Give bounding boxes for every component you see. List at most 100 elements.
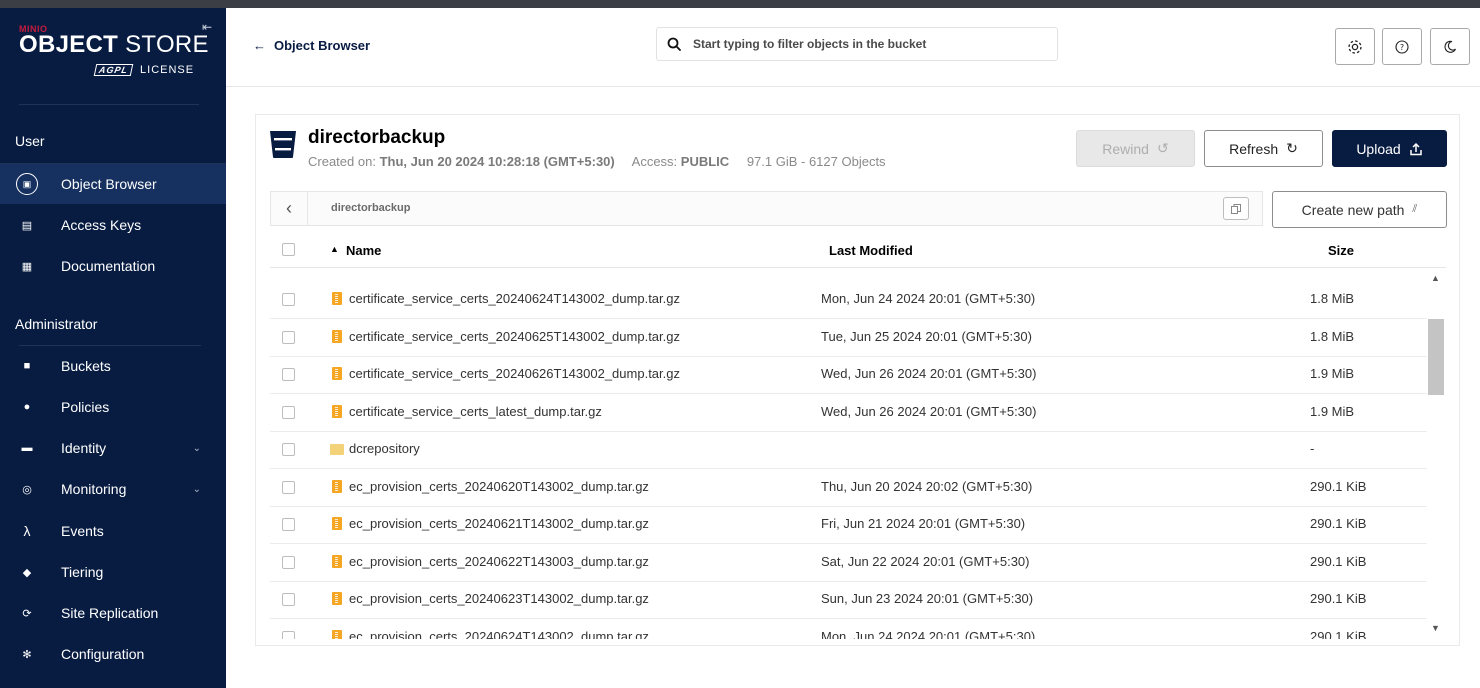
sidebar: MINIO OBJECT STORE AGPL LICENSE ⇤ User ▣ … (0, 8, 226, 688)
divider (19, 104, 199, 105)
upload-icon (1409, 142, 1422, 155)
scroll-up-arrow-icon[interactable]: ▲ (1431, 273, 1440, 283)
column-last-modified-header[interactable]: Last Modified (829, 243, 913, 258)
file-archive-icon (332, 367, 342, 380)
object-name[interactable]: certificate_service_certs_20240626T14300… (349, 366, 680, 381)
sidebar-item-policies[interactable]: ● Policies (0, 387, 226, 427)
sidebar-item-label: Documentation (61, 258, 156, 274)
object-name[interactable]: ec_provision_certs_20240624T143002_dump.… (349, 629, 649, 640)
sidebar-item-object-browser[interactable]: ▣ Object Browser (0, 164, 226, 204)
sidebar-item-documentation[interactable]: ▦ Documentation (0, 246, 226, 286)
object-name[interactable]: certificate_service_certs_20240625T14300… (349, 329, 680, 344)
monitoring-icon: ◎ (22, 483, 32, 496)
bucket-icon (270, 131, 296, 158)
moon-icon (1444, 40, 1457, 53)
page-header: ← Object Browser ? (226, 8, 1480, 87)
search-box[interactable] (656, 27, 1058, 61)
row-checkbox[interactable] (282, 368, 295, 381)
object-last-modified: Thu, Jun 20 2024 20:02 (GMT+5:30) (821, 478, 1033, 494)
row-checkbox[interactable] (282, 630, 295, 639)
rewind-button[interactable]: Rewind ↺ (1076, 130, 1195, 167)
object-name[interactable]: certificate_service_certs_latest_dump.ta… (349, 404, 602, 419)
table-row[interactable]: ec_provision_certs_20240623T143002_dump.… (270, 581, 1427, 619)
sidebar-item-buckets[interactable]: ■ Buckets (0, 346, 226, 386)
dark-mode-button[interactable] (1430, 28, 1470, 65)
refresh-button[interactable]: Refresh ↻ (1204, 130, 1323, 167)
document-icon: ▦ (21, 260, 33, 273)
back-to-object-browser-link[interactable]: ← Object Browser (253, 38, 370, 53)
sidebar-item-tiering[interactable]: ◆ Tiering (0, 552, 226, 592)
sidebar-item-monitoring[interactable]: ◎ Monitoring ⌄ (0, 469, 226, 509)
object-size: 1.9 MiB (1310, 403, 1355, 419)
gear-icon (1348, 39, 1362, 54)
sidebar-item-identity[interactable]: ▬ Identity ⌄ (0, 428, 226, 468)
logo-license: AGPL LICENSE (93, 64, 194, 76)
create-new-path-button[interactable]: Create new path ⫽ (1272, 191, 1447, 228)
copy-path-button[interactable] (1223, 197, 1249, 220)
sidebar-item-site-replication[interactable]: ⟳ Site Replication (0, 593, 226, 633)
path-breadcrumb-bar: ‹ directorbackup (270, 191, 1263, 226)
gear-icon: ✻ (22, 648, 32, 661)
column-size-header[interactable]: Size (1328, 243, 1354, 258)
scrollbar-thumb[interactable] (1428, 319, 1444, 395)
row-checkbox[interactable] (282, 555, 295, 569)
object-size: 290.1 KiB (1310, 628, 1367, 640)
row-checkbox[interactable] (282, 293, 295, 306)
scrollbar[interactable]: ▲ ▼ (1428, 273, 1444, 639)
upload-button[interactable]: Upload (1332, 130, 1447, 167)
object-browser-icon: ▣ (16, 173, 38, 195)
file-archive-icon (332, 479, 342, 493)
sidebar-item-access-keys[interactable]: ▤ Access Keys (0, 205, 226, 245)
table-row[interactable]: certificate_service_certs_20240625T14300… (270, 319, 1427, 357)
tiering-icon: ◆ (22, 566, 32, 579)
collapse-sidebar-icon[interactable]: ⇤ (202, 20, 212, 34)
object-name[interactable]: ec_provision_certs_20240622T143003_dump.… (349, 554, 649, 569)
table-row[interactable]: ec_provision_certs_20240620T143002_dump.… (270, 469, 1427, 507)
row-checkbox[interactable] (282, 593, 295, 606)
section-user: User (15, 133, 45, 149)
sidebar-item-configuration[interactable]: ✻ Configuration (0, 634, 226, 674)
object-name[interactable]: certificate_service_certs_20240624T14300… (349, 291, 680, 306)
create-new-path-label: Create new path (1301, 201, 1405, 218)
search-input[interactable] (691, 36, 1055, 52)
row-checkbox[interactable] (282, 405, 295, 419)
object-name[interactable]: ec_provision_certs_20240621T143002_dump.… (349, 516, 649, 531)
settings-button[interactable] (1335, 28, 1375, 65)
sidebar-item-label: Configuration (61, 646, 145, 662)
row-checkbox[interactable] (282, 443, 295, 456)
help-button[interactable]: ? (1382, 28, 1422, 65)
chevron-down-icon[interactable]: ⌄ (193, 484, 201, 495)
file-archive-icon (332, 592, 342, 605)
sidebar-item-label: Policies (61, 399, 110, 415)
sidebar-item-label: Site Replication (61, 605, 159, 621)
table-row[interactable]: ec_provision_certs_20240622T143003_dump.… (270, 544, 1427, 582)
file-archive-icon (332, 329, 342, 343)
row-checkbox[interactable] (282, 330, 295, 344)
column-name-header[interactable]: Name (346, 243, 381, 258)
object-name[interactable]: ec_provision_certs_20240620T143002_dump.… (349, 479, 649, 494)
table-row[interactable]: ec_provision_certs_20240621T143002_dump.… (270, 506, 1427, 544)
table-row[interactable]: dcrepository - (270, 431, 1427, 469)
object-last-modified: Wed, Jun 26 2024 20:01 (GMT+5:30) (821, 366, 1037, 381)
row-checkbox[interactable] (282, 518, 295, 531)
folder-icon (330, 444, 344, 455)
select-all-checkbox[interactable] (282, 243, 295, 256)
table-row[interactable]: certificate_service_certs_20240626T14300… (270, 356, 1427, 394)
row-checkbox[interactable] (282, 480, 295, 494)
object-name[interactable]: dcrepository (349, 441, 420, 456)
table-row[interactable]: ec_provision_certs_20240624T143002_dump.… (270, 619, 1427, 640)
chevron-left-icon[interactable]: ‹ (271, 192, 308, 225)
minio-logo: MINIO OBJECT STORE AGPL LICENSE (19, 24, 209, 76)
sidebar-item-events[interactable]: λ Events (0, 511, 226, 551)
object-last-modified: Sat, Jun 22 2024 20:01 (GMT+5:30) (821, 553, 1030, 569)
file-archive-icon (332, 517, 342, 530)
table-row[interactable]: certificate_service_certs_latest_dump.ta… (270, 394, 1427, 432)
breadcrumb[interactable]: directorbackup (331, 202, 410, 214)
object-last-modified: Mon, Jun 24 2024 20:01 (GMT+5:30) (821, 628, 1036, 640)
file-archive-icon (332, 554, 342, 568)
object-name[interactable]: ec_provision_certs_20240623T143002_dump.… (349, 591, 649, 606)
scroll-down-arrow-icon[interactable]: ▼ (1431, 623, 1440, 633)
chevron-down-icon[interactable]: ⌄ (193, 443, 201, 454)
table-row[interactable]: certificate_service_certs_20240624T14300… (270, 281, 1427, 319)
logo-product: OBJECT STORE (19, 32, 209, 58)
